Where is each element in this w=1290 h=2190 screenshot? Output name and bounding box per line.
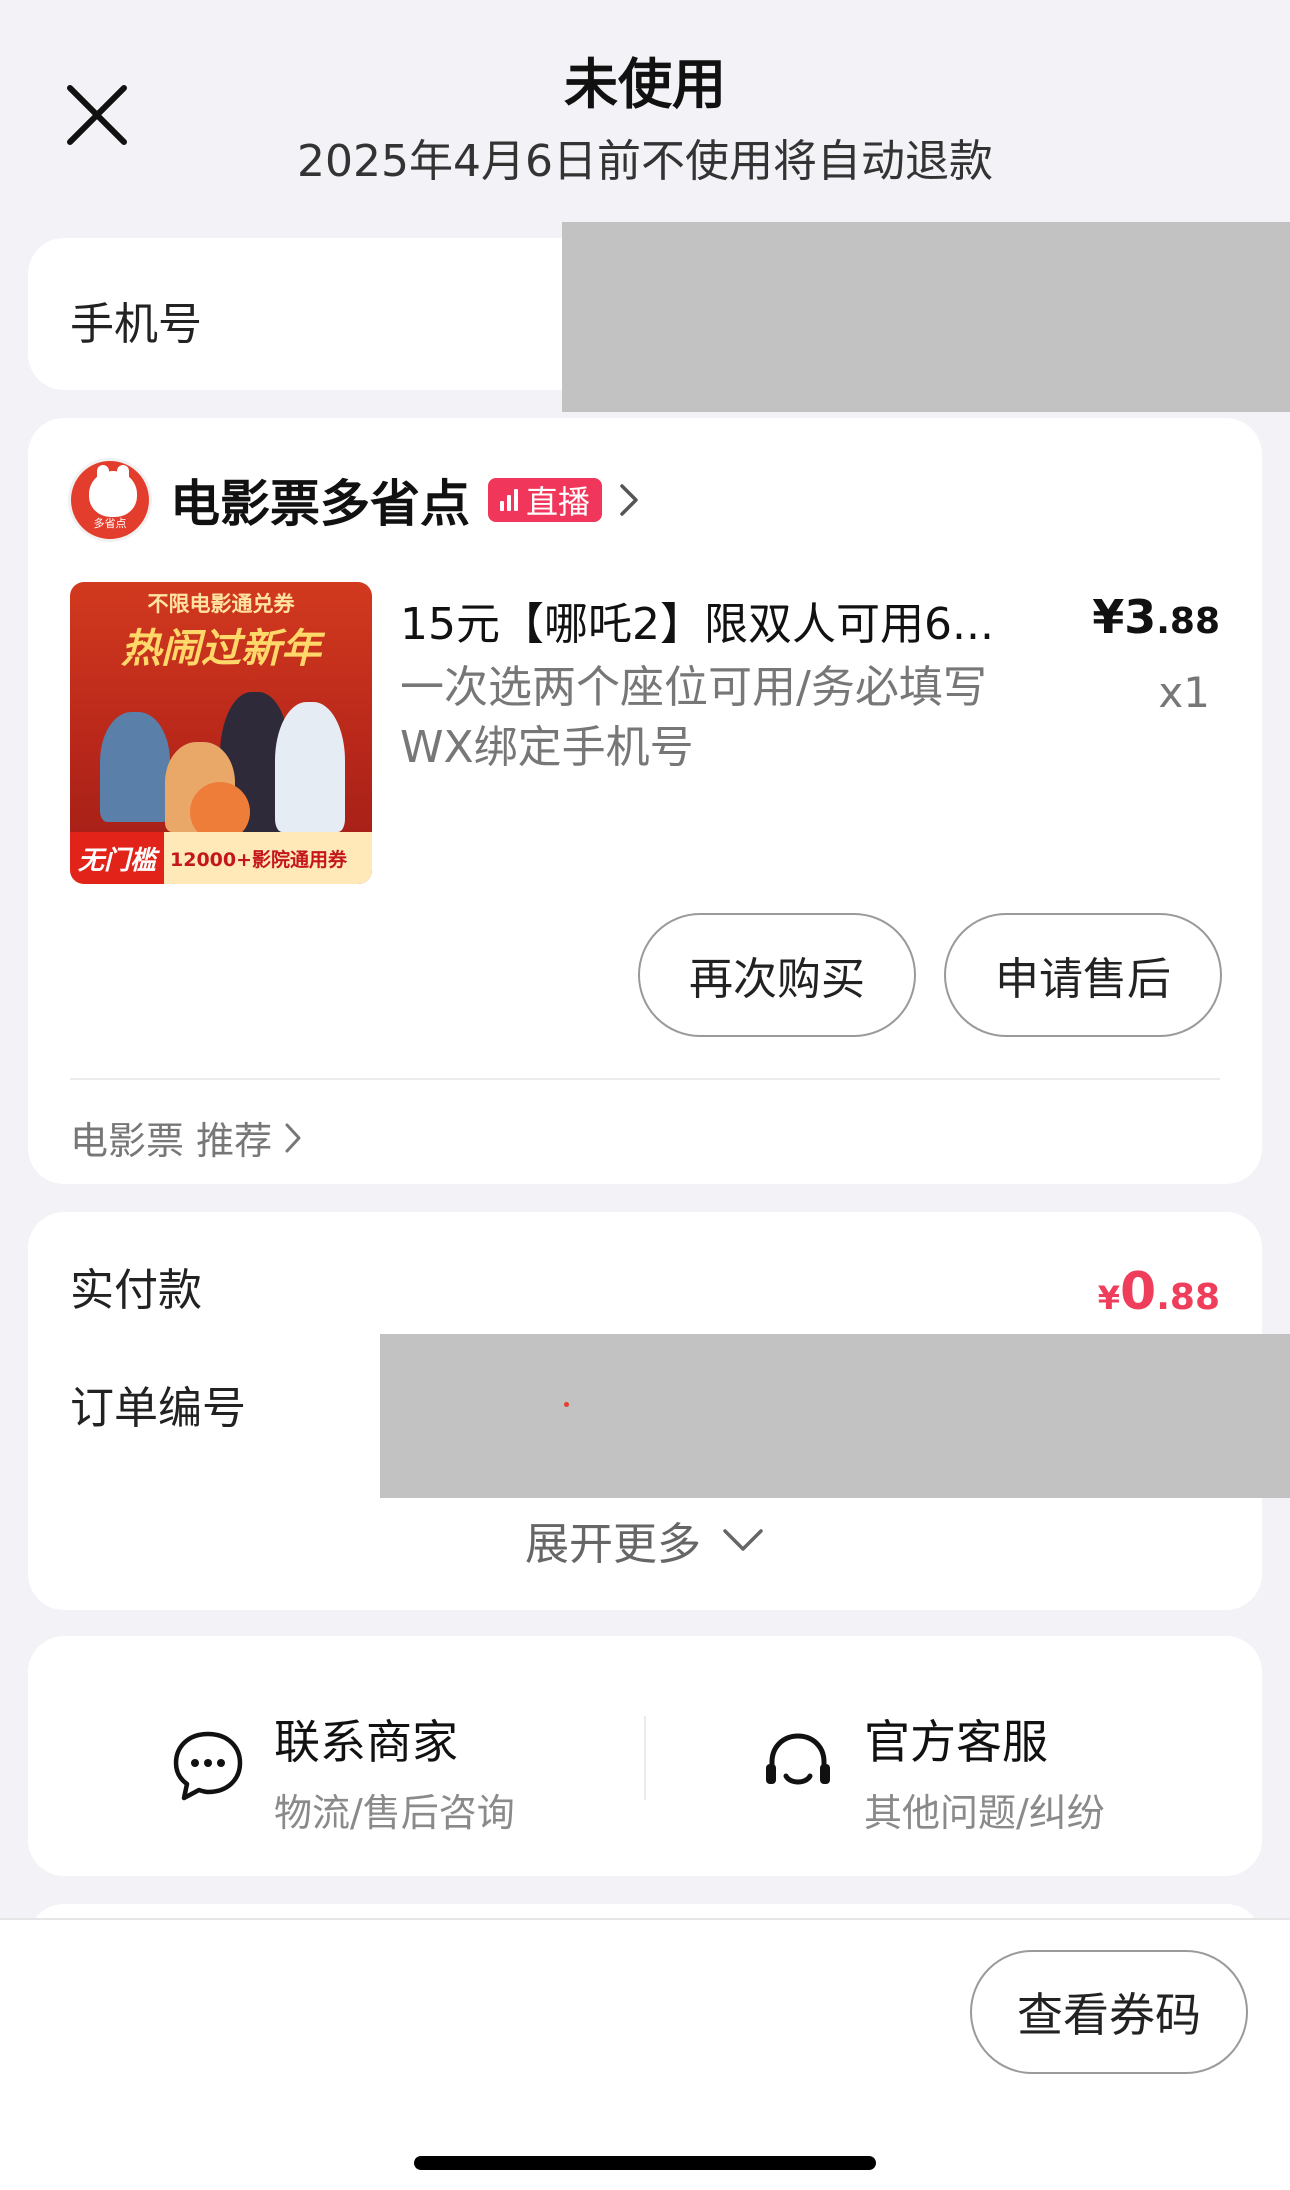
recommend-link[interactable]: 电影票 推荐 (70, 1110, 304, 1165)
contact-card: 联系商家 物流/售后咨询 官方客服 其他问题/纠纷 (28, 1636, 1262, 1876)
shop-name: 电影票多省点 (170, 475, 470, 533)
chevron-right-icon (620, 484, 638, 516)
product-title[interactable]: 15元【哪吒2】限双人可用6... (400, 588, 1050, 652)
contact-merchant-button[interactable]: 联系商家 物流/售后咨询 (168, 1706, 515, 1837)
product-card: 多省点 电影票多省点 直播 不限电影通兑券 热闹过新年 无门槛 12000+影院… (28, 418, 1262, 1184)
divider (70, 1078, 1220, 1080)
chevron-down-icon (723, 1529, 763, 1551)
live-bars-icon (500, 489, 518, 511)
after-sale-button[interactable]: 申请售后 (944, 913, 1222, 1037)
product-image-footer: 无门槛 12000+影院通用券 (70, 832, 372, 884)
order-number-label: 订单编号 (70, 1383, 246, 1434)
official-support-subtitle: 其他问题/纠纷 (864, 1791, 1105, 1835)
redaction-artifact (564, 1402, 569, 1407)
chat-bubble-icon (173, 1731, 243, 1801)
product-quantity: x1 (1158, 668, 1210, 717)
product-image[interactable]: 不限电影通兑券 热闹过新年 无门槛 12000+影院通用券 (70, 582, 372, 884)
paid-amount: ¥0.88 (1097, 1262, 1220, 1322)
contact-merchant-subtitle: 物流/售后咨询 (274, 1791, 515, 1835)
headset-icon (766, 1733, 830, 1785)
rebuy-button[interactable]: 再次购买 (638, 913, 916, 1037)
paid-amount-label: 实付款 (70, 1265, 202, 1316)
product-image-banner: 热闹过新年 (121, 626, 321, 672)
redacted-phone-number (562, 222, 1290, 412)
product-image-footer-left: 无门槛 (70, 832, 165, 884)
product-price: ¥3.88 (1092, 590, 1220, 644)
shop-avatar: 多省点 (68, 458, 152, 542)
header: 未使用 2025年4月6日前不使用将自动退款 (0, 0, 1290, 215)
refund-deadline-notice: 2025年4月6日前不使用将自动退款 (297, 136, 993, 187)
shop-avatar-caption: 多省点 (93, 517, 127, 530)
product-image-footer-right: 12000+影院通用券 (170, 848, 348, 871)
live-badge-label: 直播 (526, 483, 591, 521)
contact-divider (644, 1716, 646, 1800)
order-detail-page: 未使用 2025年4月6日前不使用将自动退款 手机号 多省点 电影票多省点 直播 (0, 0, 1290, 2190)
expand-more-label: 展开更多 (525, 1519, 701, 1570)
page-title: 未使用 (564, 53, 726, 116)
redacted-order-number (380, 1334, 1290, 1498)
contact-merchant-title: 联系商家 (274, 1715, 458, 1769)
product-image-tag: 不限电影通兑券 (147, 592, 295, 616)
live-badge: 直播 (488, 478, 603, 522)
chevron-right-icon (285, 1123, 301, 1152)
bottom-action-bar: 查看券码 (0, 1918, 1290, 2190)
phone-number-label: 手机号 (70, 299, 202, 350)
recommend-link-label: 电影票 推荐 (70, 1119, 273, 1163)
view-voucher-code-button[interactable]: 查看券码 (970, 1950, 1248, 2074)
shop-header[interactable]: 多省点 电影票多省点 直播 (68, 458, 644, 542)
official-support-button[interactable]: 官方客服 其他问题/纠纷 (758, 1706, 1105, 1837)
expand-more-button[interactable]: 展开更多 (28, 1508, 1262, 1572)
product-description: 一次选两个座位可用/务必填写WX绑定手机号 (400, 662, 987, 773)
home-indicator[interactable] (414, 2156, 876, 2170)
official-support-title: 官方客服 (864, 1715, 1048, 1769)
